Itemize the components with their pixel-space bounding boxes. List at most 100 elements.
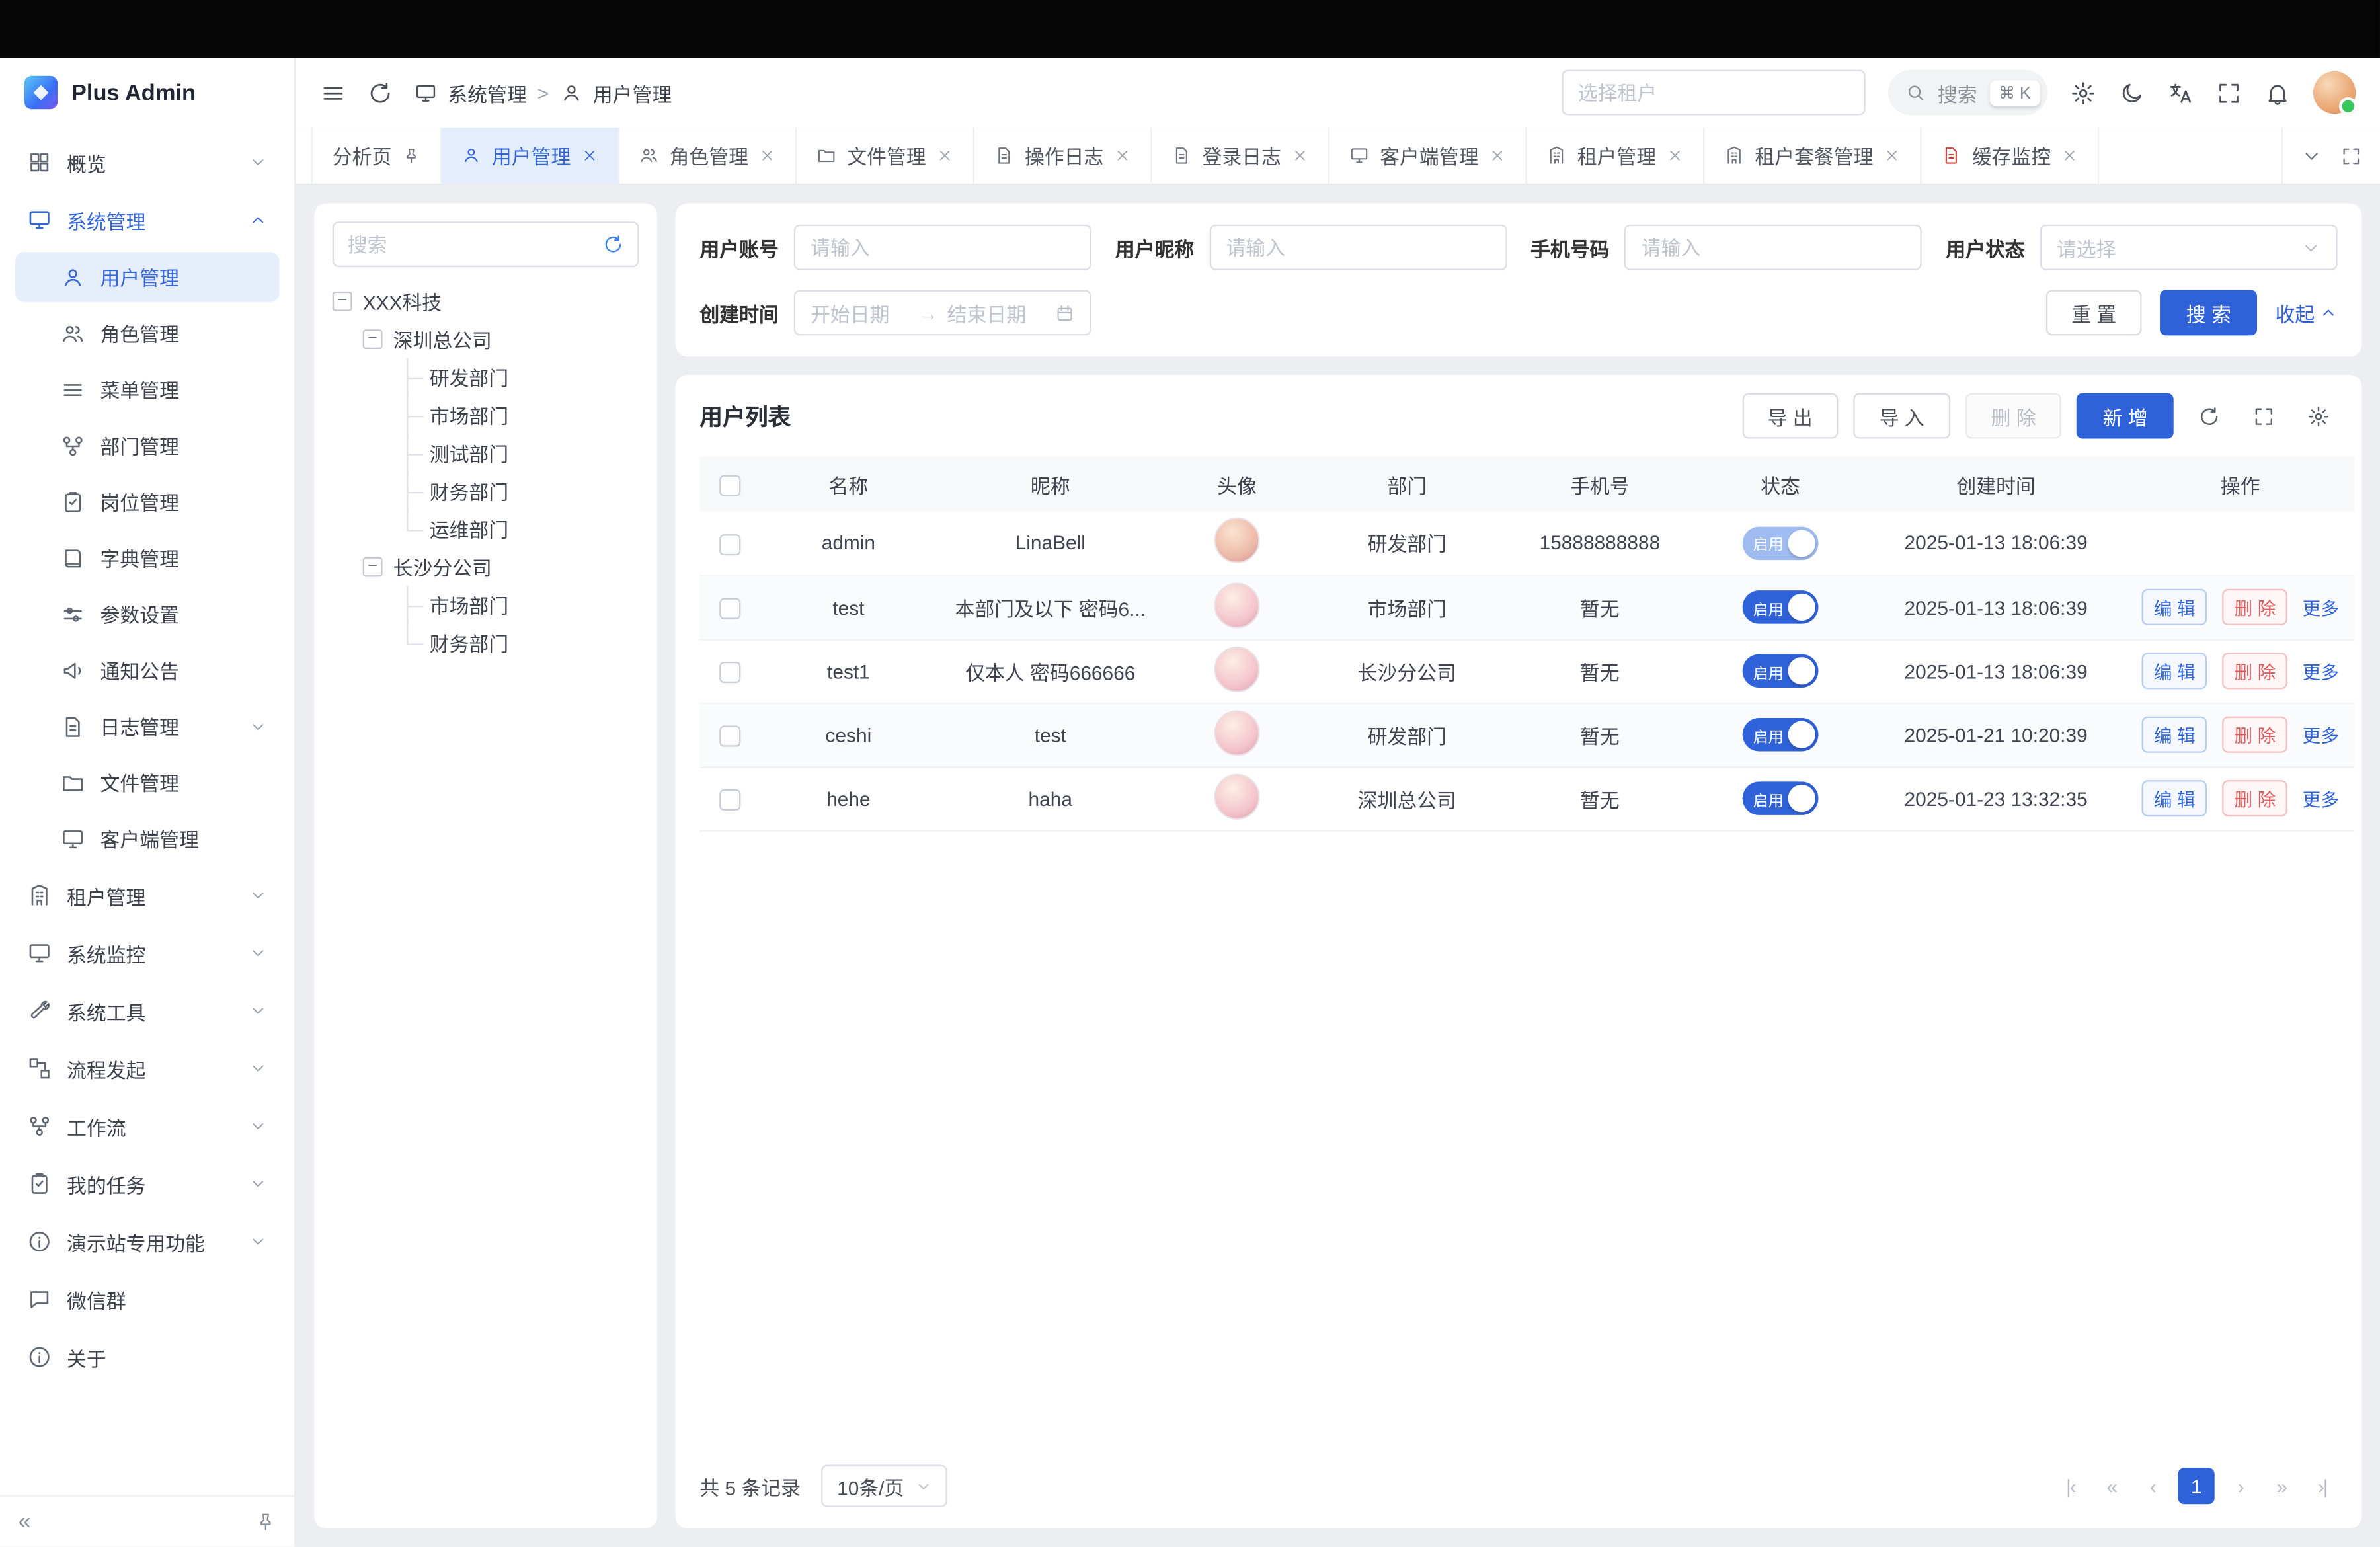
sidebar-item-system-tools[interactable]: 系统工具 xyxy=(15,985,279,1037)
tab-cache-monitor[interactable]: 缓存监控 xyxy=(1922,128,2100,184)
status-toggle[interactable]: 启用 xyxy=(1743,526,1819,560)
more-button[interactable]: 更多 xyxy=(2303,597,2339,618)
sidebar-item-param-settings[interactable]: 参数设置 xyxy=(15,589,279,639)
sidebar-item-user-management[interactable]: 用户管理 xyxy=(15,252,279,302)
user-avatar[interactable] xyxy=(2313,71,2356,114)
tab-analysis[interactable]: 分析页 xyxy=(311,128,442,184)
sidebar-item-role-management[interactable]: 角色管理 xyxy=(15,308,279,358)
current-page-button[interactable]: 1 xyxy=(2178,1468,2215,1504)
hamburger-icon[interactable] xyxy=(320,80,346,106)
account-input[interactable] xyxy=(794,225,1091,270)
fullscreen-table-button[interactable] xyxy=(2243,396,2283,436)
tree-node-department[interactable]: 测试部门 xyxy=(404,434,639,472)
tree-search-input[interactable] xyxy=(348,233,594,255)
sync-icon[interactable] xyxy=(602,234,623,255)
sidebar-item-log-management[interactable]: 日志管理 xyxy=(15,701,279,752)
tree-node-root[interactable]: − XXX科技 xyxy=(333,282,639,320)
close-icon[interactable] xyxy=(1667,147,1683,164)
tree-node-department[interactable]: 运维部门 xyxy=(404,510,639,547)
tab-tenant-package[interactable]: 租户套餐管理 xyxy=(1705,128,1922,184)
close-icon[interactable] xyxy=(937,147,953,164)
row-checkbox[interactable] xyxy=(719,789,740,810)
status-toggle[interactable]: 启用 xyxy=(1743,718,1819,752)
sidebar-item-process-start[interactable]: 流程发起 xyxy=(15,1043,279,1094)
sidebar-item-workflow[interactable]: 工作流 xyxy=(15,1101,279,1152)
sidebar-item-menu-management[interactable]: 菜单管理 xyxy=(15,364,279,415)
chevron-down-icon[interactable] xyxy=(2301,145,2322,166)
tenant-select-input[interactable] xyxy=(1578,81,1848,104)
status-select[interactable]: 请选择 xyxy=(2040,225,2338,270)
tree-node-department[interactable]: 研发部门 xyxy=(404,358,639,396)
tab-login-log[interactable]: 登录日志 xyxy=(1152,128,1330,184)
next-chunk-icon[interactable]: » xyxy=(2266,1469,2297,1503)
collapse-filters-link[interactable]: 收起 xyxy=(2276,298,2338,327)
tree-node-company[interactable]: − 深圳总公司 xyxy=(363,320,639,358)
tab-file-management[interactable]: 文件管理 xyxy=(797,128,974,184)
pin-icon[interactable] xyxy=(402,147,420,165)
tenant-select[interactable] xyxy=(1562,70,1865,116)
delete-row-button[interactable]: 删 除 xyxy=(2222,717,2288,753)
sidebar-item-overview[interactable]: 概览 xyxy=(15,137,279,188)
status-toggle[interactable]: 启用 xyxy=(1743,590,1819,624)
edit-button[interactable]: 编 辑 xyxy=(2142,780,2208,816)
more-button[interactable]: 更多 xyxy=(2303,789,2339,810)
close-icon[interactable] xyxy=(2061,147,2078,164)
close-icon[interactable] xyxy=(1884,147,1901,164)
import-button[interactable]: 导 入 xyxy=(1854,393,1950,439)
close-icon[interactable] xyxy=(581,147,598,164)
delete-row-button[interactable]: 删 除 xyxy=(2222,780,2288,816)
close-icon[interactable] xyxy=(1489,147,1506,164)
row-checkbox[interactable] xyxy=(719,598,740,619)
phone-input[interactable] xyxy=(1624,225,1922,270)
row-checkbox[interactable] xyxy=(719,662,740,683)
row-checkbox[interactable] xyxy=(719,534,740,555)
edit-button[interactable]: 编 辑 xyxy=(2142,653,2208,689)
account-input-field[interactable] xyxy=(811,236,1074,258)
sidebar-item-about[interactable]: 关于 xyxy=(15,1331,279,1383)
sidebar-item-post-management[interactable]: 岗位管理 xyxy=(15,477,279,527)
sidebar-item-system-monitor[interactable]: 系统监控 xyxy=(15,928,279,979)
delete-button[interactable]: 删 除 xyxy=(1965,393,2062,439)
prev-chunk-icon[interactable]: « xyxy=(2096,1469,2127,1503)
refresh-icon[interactable] xyxy=(368,80,393,106)
sidebar-item-client-management[interactable]: 客户端管理 xyxy=(15,814,279,864)
close-icon[interactable] xyxy=(759,147,775,164)
delete-row-button[interactable]: 删 除 xyxy=(2222,589,2288,625)
tab-tenant-management[interactable]: 租户管理 xyxy=(1527,128,1705,184)
reset-button[interactable]: 重 置 xyxy=(2045,290,2142,336)
close-icon[interactable] xyxy=(1292,147,1308,164)
nickname-input-field[interactable] xyxy=(1226,236,1489,258)
edit-button[interactable]: 编 辑 xyxy=(2142,589,2208,625)
phone-input-field[interactable] xyxy=(1642,236,1905,258)
tree-node-company[interactable]: − 长沙分公司 xyxy=(363,548,639,586)
fullscreen-content-icon[interactable] xyxy=(2340,145,2361,166)
global-search[interactable]: 搜索 ⌘ K xyxy=(1887,70,2047,116)
sidebar-item-dict-management[interactable]: 字典管理 xyxy=(15,533,279,583)
tree-node-department[interactable]: 市场部门 xyxy=(404,396,639,434)
more-button[interactable]: 更多 xyxy=(2303,725,2339,746)
page-size-select[interactable]: 10条/页 xyxy=(822,1465,946,1507)
table-settings-button[interactable] xyxy=(2298,396,2338,436)
edit-button[interactable]: 编 辑 xyxy=(2142,717,2208,753)
pin-sidebar-icon[interactable] xyxy=(255,1511,276,1532)
sidebar-item-tenant-management[interactable]: 租户管理 xyxy=(15,870,279,922)
sidebar-item-system-management[interactable]: 系统管理 xyxy=(15,194,279,246)
refresh-table-button[interactable] xyxy=(2189,396,2229,436)
gear-icon[interactable] xyxy=(2071,80,2096,106)
prev-page-icon[interactable]: ‹ xyxy=(2137,1469,2168,1503)
tree-node-department[interactable]: 财务部门 xyxy=(404,472,639,510)
add-button[interactable]: 新 增 xyxy=(2077,393,2174,439)
collapse-node-icon[interactable]: − xyxy=(363,329,383,349)
sidebar-item-demo-functions[interactable]: 演示站专用功能 xyxy=(15,1216,279,1267)
dark-mode-icon[interactable] xyxy=(2119,80,2145,106)
language-icon[interactable] xyxy=(2168,80,2194,106)
collapse-node-icon[interactable]: − xyxy=(363,557,383,577)
search-button[interactable]: 搜 索 xyxy=(2161,290,2257,336)
sidebar-item-notice[interactable]: 通知公告 xyxy=(15,645,279,695)
status-toggle[interactable]: 启用 xyxy=(1743,781,1819,815)
status-toggle[interactable]: 启用 xyxy=(1743,654,1819,688)
more-button[interactable]: 更多 xyxy=(2303,661,2339,682)
breadcrumb-item[interactable]: 系统管理 xyxy=(448,78,526,107)
sidebar-item-department-management[interactable]: 部门管理 xyxy=(15,420,279,471)
tab-role-management[interactable]: 角色管理 xyxy=(619,128,797,184)
